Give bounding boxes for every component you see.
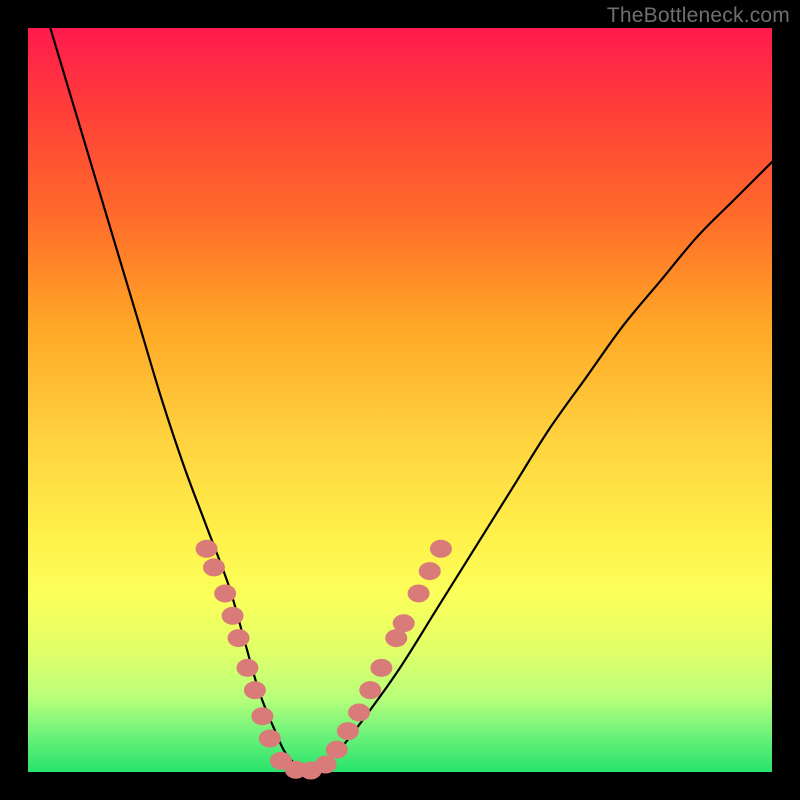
marker-dot <box>222 607 244 625</box>
marker-dot <box>326 741 348 759</box>
marker-dot <box>214 584 236 602</box>
marker-dot <box>315 756 337 774</box>
marker-dot <box>430 540 452 558</box>
marker-dot <box>251 707 273 725</box>
plot-area <box>28 28 772 772</box>
marker-dot <box>337 722 359 740</box>
chart-svg <box>28 28 772 772</box>
marker-dot <box>196 540 218 558</box>
marker-dot <box>419 562 441 580</box>
marker-dot <box>244 681 266 699</box>
marker-dot <box>408 584 430 602</box>
chart-frame: TheBottleneck.com <box>0 0 800 800</box>
marker-dot <box>393 614 415 632</box>
marker-dot <box>203 558 225 576</box>
watermark-text: TheBottleneck.com <box>607 4 790 28</box>
marker-dot <box>236 659 258 677</box>
marker-dot <box>370 659 392 677</box>
marker-dot <box>348 703 370 721</box>
marker-dot <box>359 681 381 699</box>
marker-dot <box>228 629 250 647</box>
bottleneck-curve <box>50 28 772 772</box>
marker-dot <box>259 730 281 748</box>
highlight-dots <box>196 540 452 780</box>
